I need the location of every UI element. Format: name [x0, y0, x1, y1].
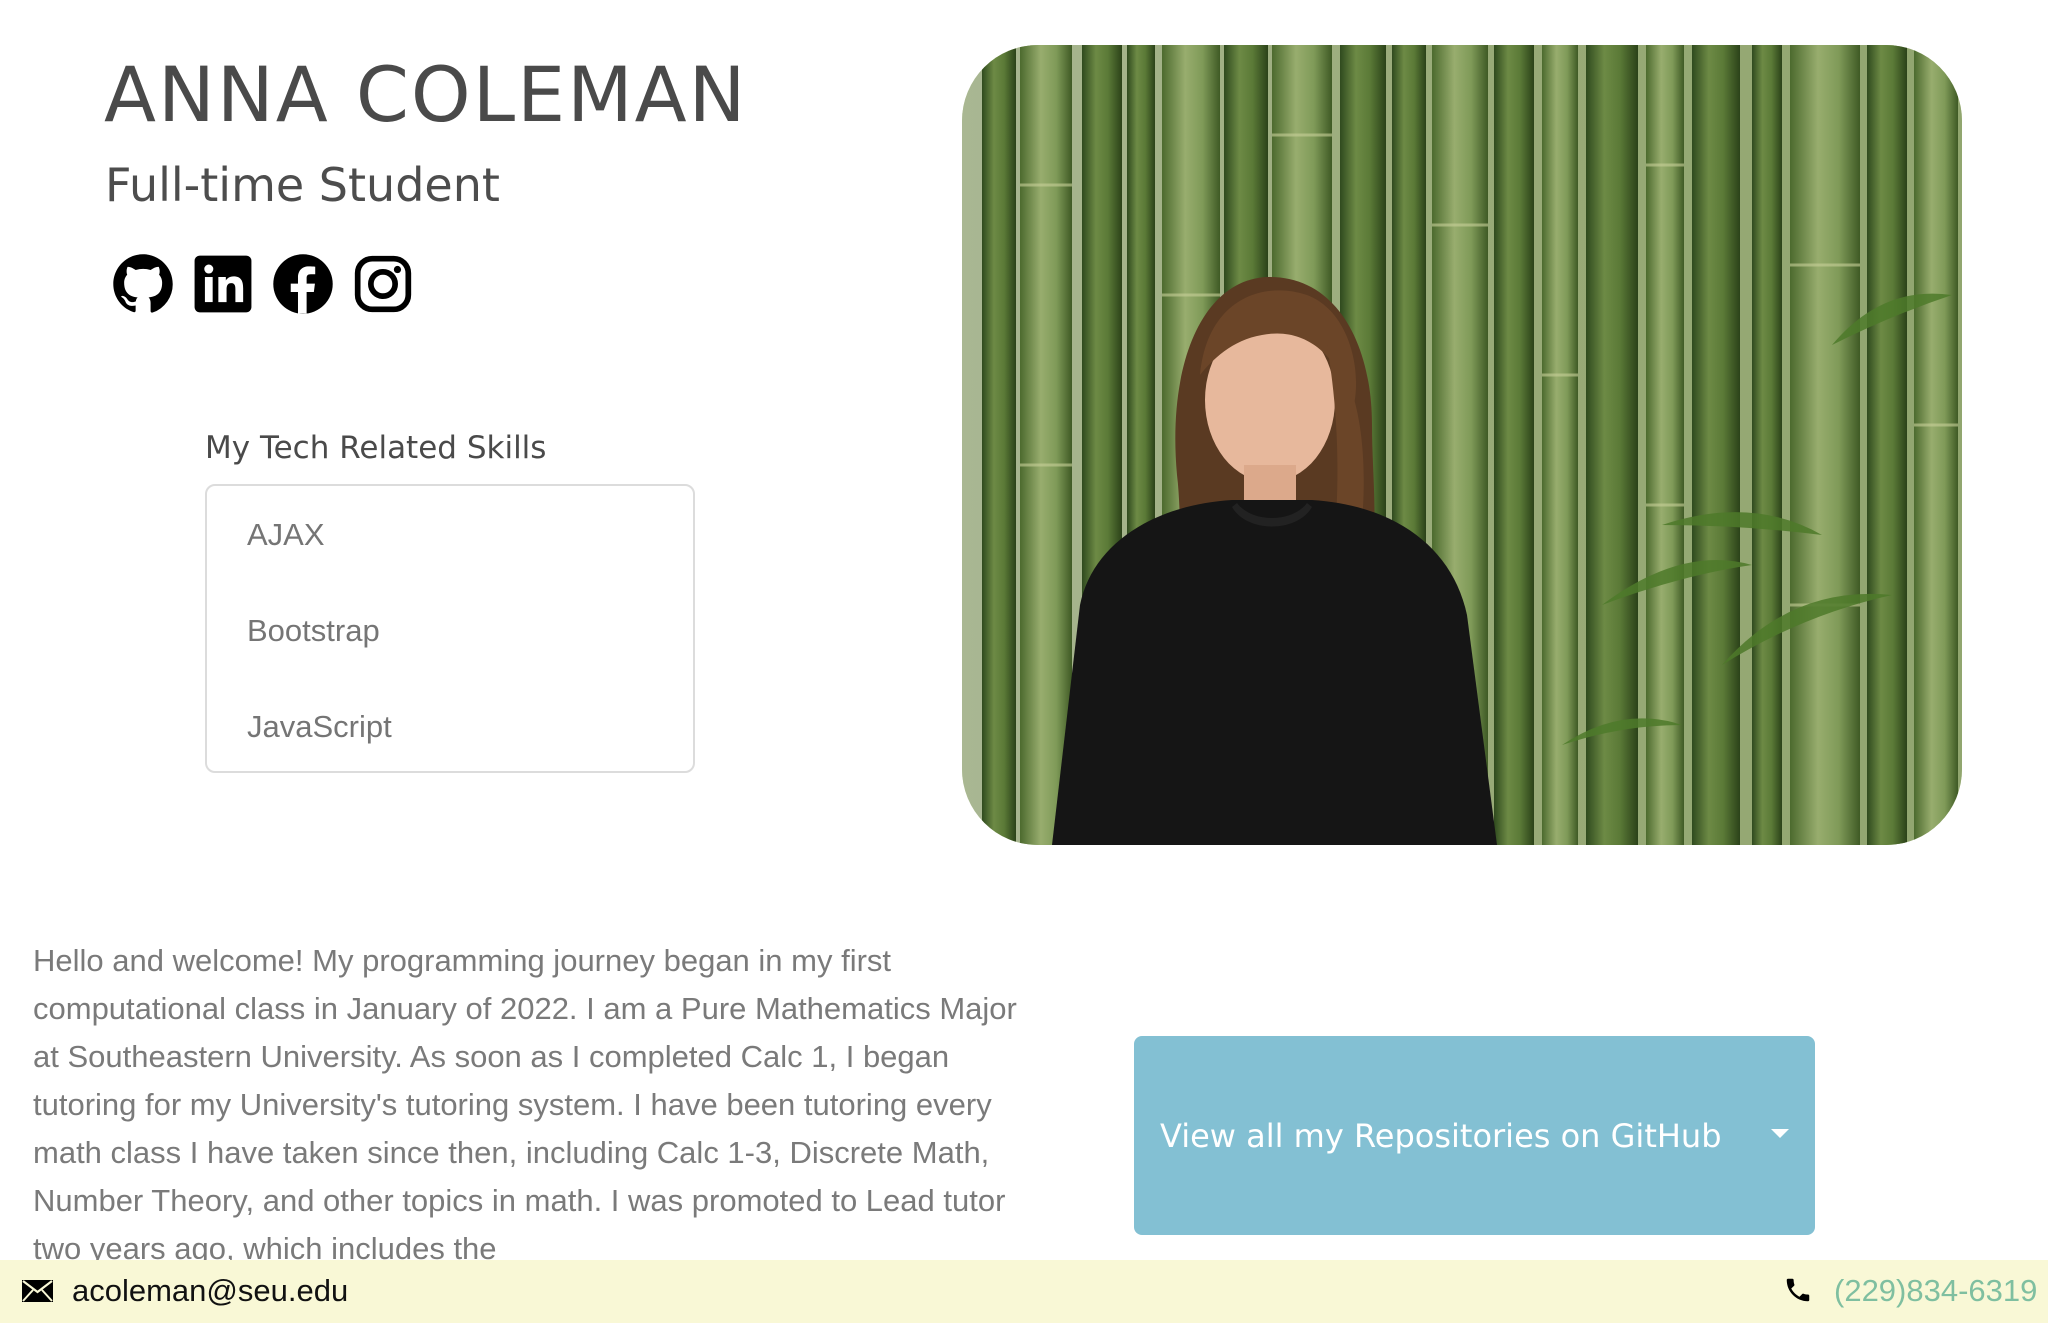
phone-link[interactable]: (229)834-6319	[1834, 1269, 2037, 1313]
phone-icon	[1786, 1278, 1810, 1302]
repositories-dropdown-button[interactable]: View all my Repositories on GitHub	[1134, 1036, 1815, 1235]
skill-item: Bootstrap	[247, 613, 380, 648]
linkedin-icon	[194, 255, 252, 313]
skill-item: AJAX	[247, 517, 325, 552]
bio-text: Hello and welcome! My programming journe…	[33, 943, 1017, 1266]
profile-name: ANNA COLEMAN	[104, 50, 748, 139]
github-icon	[113, 254, 173, 313]
skills-list: AJAX Bootstrap JavaScript	[205, 484, 695, 773]
profile-photo-illustration	[962, 45, 1962, 845]
facebook-icon	[273, 254, 333, 314]
skills-heading: My Tech Related Skills	[205, 430, 547, 466]
repositories-button-label: View all my Repositories on GitHub	[1160, 1116, 1722, 1155]
profile-photo	[962, 45, 1962, 845]
github-link[interactable]	[112, 253, 174, 315]
instagram-link[interactable]	[352, 253, 414, 315]
social-links	[112, 253, 414, 315]
linkedin-link[interactable]	[192, 253, 254, 315]
instagram-icon	[354, 255, 412, 313]
caret-down-icon	[1771, 1129, 1789, 1138]
profile-role: Full-time Student	[105, 158, 500, 212]
envelope-icon	[22, 1280, 53, 1302]
skill-item: JavaScript	[247, 709, 392, 744]
facebook-link[interactable]	[272, 253, 334, 315]
contact-footer: acoleman@seu.edu (229)834-6319	[0, 1260, 2048, 1323]
email-link[interactable]: acoleman@seu.edu	[72, 1269, 348, 1313]
